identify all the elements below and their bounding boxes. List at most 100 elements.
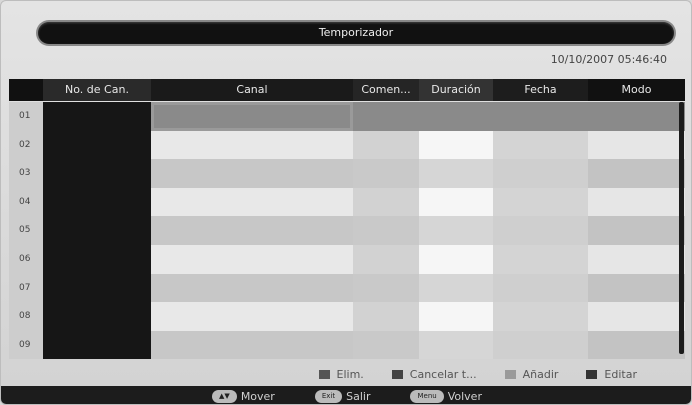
table-row[interactable]: 06: [9, 245, 685, 274]
table-row[interactable]: 03: [9, 159, 685, 188]
footer-exit-label: Salir: [346, 389, 371, 403]
header-index: [9, 79, 43, 101]
legend-add[interactable]: Añadir: [504, 367, 559, 381]
cell-channel-number: [43, 159, 151, 188]
footer-move-label: Mover: [240, 389, 275, 403]
cell-duration: [419, 159, 493, 188]
cell-start: [353, 273, 419, 303]
row-index: 08: [9, 302, 43, 331]
cell-channel-number: [43, 187, 151, 217]
cell-mode: [588, 330, 685, 360]
row-index: 07: [9, 273, 43, 303]
cell-duration: [419, 245, 493, 274]
row-index: 05: [9, 216, 43, 245]
table-row[interactable]: 07: [9, 273, 685, 303]
legend-edit[interactable]: Editar: [586, 368, 637, 381]
cell-start: [353, 102, 419, 131]
cell-channel: [151, 102, 353, 131]
table-row[interactable]: 09: [9, 330, 685, 360]
exit-key-icon: Exit: [314, 389, 343, 403]
cell-start: [353, 187, 419, 217]
table-header: No. de Can. Canal Comen... Duración Fech…: [9, 79, 685, 101]
menu-key-icon: Menu: [410, 389, 444, 403]
green-key-icon: [391, 369, 403, 379]
cell-date: [493, 273, 588, 303]
row-index: 03: [9, 159, 43, 188]
cell-start: [353, 216, 419, 245]
header-channel[interactable]: Canal: [151, 79, 353, 101]
yellow-key-icon: [504, 369, 516, 379]
cell-mode: [588, 102, 685, 131]
cell-start: [353, 302, 419, 331]
cell-date: [493, 187, 588, 217]
cell-duration: [419, 302, 493, 331]
cell-mode: [588, 159, 685, 188]
cell-channel: [151, 187, 353, 217]
footer-bar: ▲▼ Mover Exit Salir Menu Volver: [1, 386, 691, 404]
cell-date: [493, 330, 588, 360]
row-index: 01: [9, 102, 43, 131]
blue-key-icon: [586, 369, 598, 379]
cell-channel: [151, 273, 353, 303]
cell-date: [493, 302, 588, 331]
cell-start: [353, 130, 419, 160]
cell-start: [353, 159, 419, 188]
page-title: Temporizador: [38, 22, 674, 44]
header-channel-number[interactable]: No. de Can.: [43, 79, 151, 101]
legend-add-label: Añadir: [522, 367, 559, 381]
cell-mode: [588, 187, 685, 217]
header-start[interactable]: Comen...: [353, 79, 419, 101]
cell-mode: [588, 302, 685, 331]
cell-duration: [419, 130, 493, 160]
legend-cancel-label: Cancelar t...: [409, 367, 477, 381]
row-index: 06: [9, 245, 43, 274]
footer-back[interactable]: Menu Volver: [410, 389, 482, 403]
cell-date: [493, 216, 588, 245]
table-row[interactable]: 01: [9, 102, 685, 131]
cell-duration: [419, 273, 493, 303]
table-row[interactable]: 04: [9, 187, 685, 217]
cell-date: [493, 159, 588, 188]
cell-channel-number: [43, 216, 151, 245]
header-duration[interactable]: Duración: [419, 79, 493, 101]
cell-channel: [151, 245, 353, 274]
table-row[interactable]: 08: [9, 302, 685, 331]
red-key-icon: [318, 369, 330, 379]
cell-channel: [151, 216, 353, 245]
cell-channel-number: [43, 102, 151, 131]
legend-delete[interactable]: Elim.: [318, 367, 364, 381]
cell-duration: [419, 216, 493, 245]
cell-mode: [588, 130, 685, 160]
cell-mode: [588, 216, 685, 245]
cell-channel: [151, 330, 353, 360]
footer-exit[interactable]: Exit Salir: [314, 389, 371, 403]
legend-cancel[interactable]: Cancelar t...: [391, 367, 477, 381]
header-mode[interactable]: Modo: [588, 79, 685, 101]
legend-delete-label: Elim.: [336, 367, 364, 381]
cell-channel-number: [43, 273, 151, 303]
row-index: 09: [9, 330, 43, 360]
cell-channel-number: [43, 245, 151, 274]
cell-channel: [151, 159, 353, 188]
cell-date: [493, 245, 588, 274]
footer-back-label: Volver: [447, 389, 482, 403]
header-date[interactable]: Fecha: [493, 79, 588, 101]
table-row[interactable]: 02: [9, 130, 685, 160]
footer-move[interactable]: ▲▼ Mover: [212, 389, 275, 403]
cell-date: [493, 102, 588, 131]
cell-channel-number: [43, 130, 151, 160]
legend-edit-label: Editar: [604, 367, 637, 381]
cell-channel: [151, 302, 353, 331]
cell-channel-number: [43, 330, 151, 360]
cell-start: [353, 245, 419, 274]
cell-mode: [588, 245, 685, 274]
cell-channel: [151, 130, 353, 160]
cell-duration: [419, 187, 493, 217]
cell-duration: [419, 330, 493, 360]
cell-mode: [588, 273, 685, 303]
cell-channel-number: [43, 302, 151, 331]
row-index: 04: [9, 187, 43, 217]
cell-date: [493, 130, 588, 160]
table-row[interactable]: 05: [9, 216, 685, 245]
list-scrollbar[interactable]: [679, 102, 684, 354]
